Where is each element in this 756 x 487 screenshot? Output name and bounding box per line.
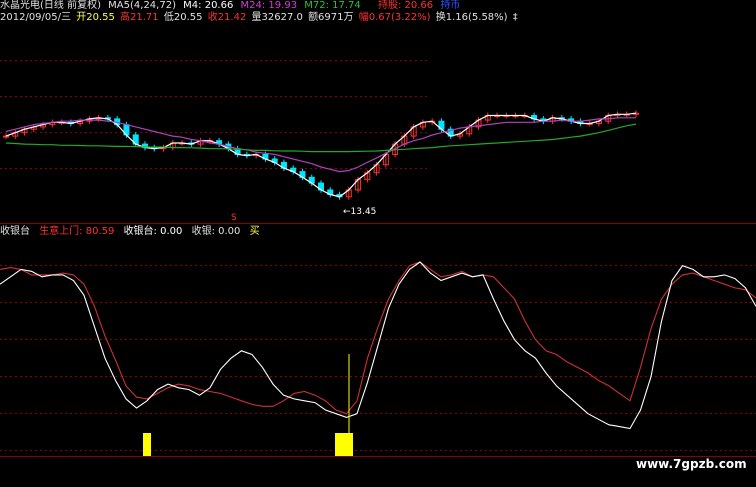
candlestick-layer [3,110,639,200]
indicator-header: 收银台 生意上门: 80.59 收银台: 0.00 收银: 0.00 买 [0,226,260,238]
ma-param: MA5(4,24,72) [108,0,176,11]
watermark: www.7gpzb.com [636,457,747,471]
shengyi-shangmen-line [0,261,756,415]
ma24-value: M24: 19.93 [240,0,298,11]
indicator-line4: 买 [249,226,260,237]
candle-body [3,135,9,138]
indicator-name: 收银台 [0,226,30,237]
amount-value: 额6971万 [308,12,354,23]
high-value: 高21.71 [120,12,159,23]
ohlc-header: 2012/09/05/三 开20.55 高21.71 低20.55 收21.42… [0,12,518,24]
kline-chart: S ←13.45 [0,60,756,457]
indicator-line2: 收银台: 0.00 [123,226,183,237]
low-price-annotation: ←13.45 [343,207,376,217]
volume-value: 量32627.0 [251,12,303,23]
oscillator-layer [0,261,756,430]
ma4-value: M4: 20.66 [183,0,234,11]
ma-long-line [5,123,637,153]
sell-mark: S [231,213,237,223]
ma72-value: M72: 17.74 [304,0,361,11]
indicator-line1: 生意上门: 80.59 [39,226,115,237]
end-mark: ‡ [512,12,518,23]
close-value: 收21.42 [207,12,247,23]
low-value: 低20.55 [163,12,203,23]
buy-signal-bar [335,433,353,456]
indicator-line3: 收银: 0.00 [191,226,241,237]
hold-value: 持股: 20.66 [377,0,434,11]
grid-lines [0,60,756,457]
turnover-value: 换1.16(5.58%) [435,12,508,23]
open-value: 开20.55 [76,12,115,23]
stock-title: 水晶光电(日线 前复权) [0,0,101,11]
signal-bars [143,354,353,456]
ma-mid-line [5,117,636,173]
date-value: 2012/09/05/三 [0,12,72,23]
main-header: 水晶光电(日线 前复权) MA5(4,24,72) M4: 20.66 M24:… [0,0,460,12]
shouyintai-line [0,261,756,430]
signal-value: 持币 [440,0,461,11]
change-value: 幅0.67(3.22%) [358,12,431,23]
buy-signal-bar [143,433,151,456]
